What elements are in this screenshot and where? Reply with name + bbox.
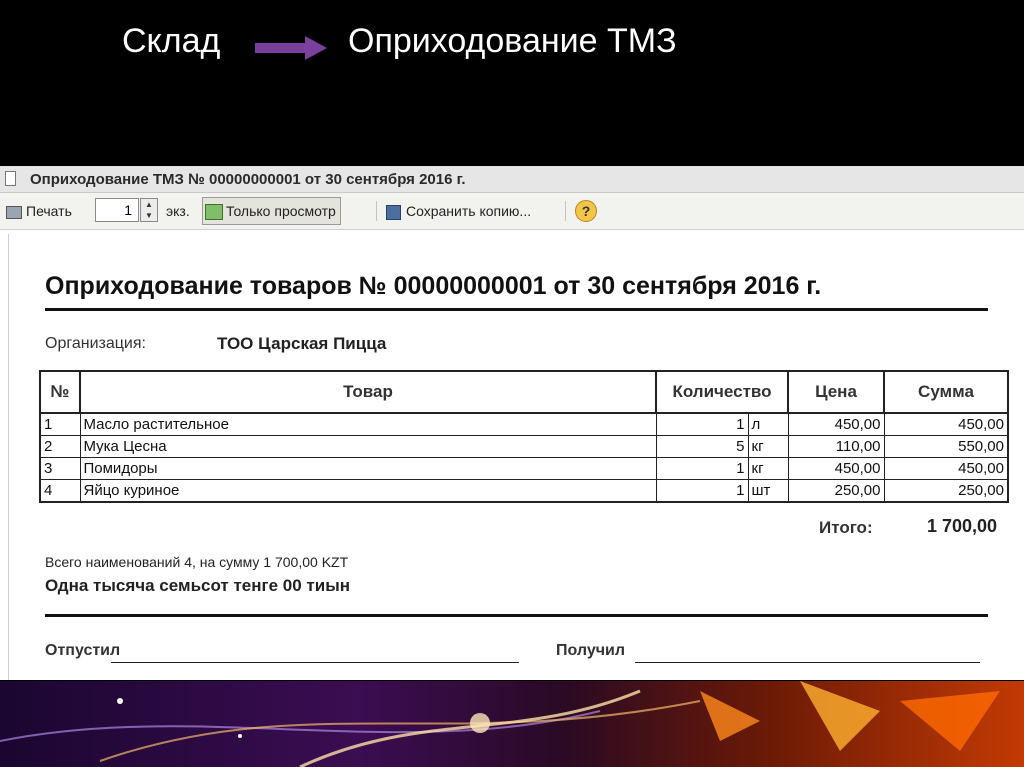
row-number: 4 — [39, 479, 81, 503]
table-header-row: № Товар Количество Цена Сумма — [39, 370, 1009, 414]
document-window: Оприходование ТМЗ № 00000000001 от 30 се… — [0, 166, 1024, 680]
row-quantity: 1 — [655, 412, 749, 436]
floppy-disk-icon — [386, 204, 401, 220]
save-copy-label: Сохранить копию... — [406, 203, 532, 219]
light-streaks-image — [0, 681, 1000, 767]
toolbar-divider — [376, 201, 377, 221]
row-number: 2 — [39, 435, 81, 458]
received-by-signature-line — [635, 662, 980, 663]
window-titlebar: Оприходование ТМЗ № 00000000001 от 30 се… — [0, 166, 1024, 193]
heading-divider — [45, 308, 988, 311]
copies-input[interactable]: 1 — [95, 198, 139, 222]
table-row: 1 Масло растительное 1 л 450,00 450,00 — [39, 412, 1009, 436]
arrow-right-icon — [255, 36, 327, 60]
toolbar: Печать 1 ▲ ▼ экз. Только просмотр Сохран… — [0, 193, 1024, 230]
window-title: Оприходование ТМЗ № 00000000001 от 30 се… — [30, 171, 466, 188]
table-row: 2 Мука Цесна 5 кг 110,00 550,00 — [39, 435, 1009, 458]
help-icon[interactable]: ? — [575, 200, 597, 222]
column-header-quantity: Количество — [655, 370, 789, 414]
chevron-down-icon[interactable]: ▼ — [141, 210, 157, 221]
row-quantity: 1 — [655, 479, 749, 503]
print-button-label: Печать — [26, 203, 72, 219]
row-unit: кг — [747, 435, 789, 458]
row-price: 250,00 — [787, 479, 885, 503]
column-header-sum: Сумма — [883, 370, 1009, 414]
row-item: Яйцо куриное — [79, 479, 657, 503]
view-only-label: Только просмотр — [226, 203, 336, 219]
row-item: Масло растительное — [79, 412, 657, 436]
copies-unit-label: экз. — [166, 203, 190, 219]
total-label: Итого: — [819, 518, 873, 537]
row-unit: л — [747, 412, 789, 436]
released-by-label: Отпустил — [45, 642, 121, 659]
slide-title-to: Оприходование ТМЗ — [348, 22, 677, 60]
print-button[interactable]: Печать — [6, 200, 72, 222]
released-by-signature-line — [111, 662, 519, 663]
received-by-label: Получил — [556, 642, 626, 659]
row-sum: 450,00 — [883, 457, 1009, 480]
column-header-price: Цена — [787, 370, 885, 414]
slide-title-from: Склад — [122, 22, 221, 60]
document-heading: Оприходование товаров № 00000000001 от 3… — [45, 272, 822, 300]
row-price: 450,00 — [787, 457, 885, 480]
edit-lock-icon — [205, 204, 223, 221]
row-item: Помидоры — [79, 457, 657, 480]
goods-table: № Товар Количество Цена Сумма 1 Масло ра… — [39, 370, 1009, 503]
amount-in-words: Одна тысяча семьсот тенге 00 тиын — [45, 576, 350, 595]
column-header-number: № — [39, 370, 81, 414]
slide-title: Склад Оприходование ТМЗ — [0, 22, 1024, 72]
document-icon — [5, 171, 16, 186]
organization-label: Организация: — [45, 335, 146, 352]
copies-stepper[interactable]: ▲ ▼ — [140, 198, 158, 222]
row-number: 3 — [39, 457, 81, 480]
view-only-button[interactable]: Только просмотр — [202, 197, 341, 225]
signature-divider — [45, 614, 988, 617]
row-item: Мука Цесна — [79, 435, 657, 458]
printable-form: Оприходование товаров № 00000000001 от 3… — [8, 234, 1019, 680]
organization-value: ТОО Царская Пицца — [217, 334, 387, 353]
row-sum: 250,00 — [883, 479, 1009, 503]
row-quantity: 5 — [655, 435, 749, 458]
save-copy-button[interactable]: Сохранить копию... — [386, 200, 531, 222]
row-quantity: 1 — [655, 457, 749, 480]
table-row: 4 Яйцо куриное 1 шт 250,00 250,00 — [39, 479, 1009, 503]
toolbar-divider — [565, 201, 566, 221]
table-row: 3 Помидоры 1 кг 450,00 450,00 — [39, 457, 1009, 480]
row-unit: шт — [747, 479, 789, 503]
column-header-item: Товар — [79, 370, 657, 414]
decorative-banner — [0, 681, 1024, 767]
total-value: 1 700,00 — [927, 516, 998, 536]
chevron-up-icon[interactable]: ▲ — [141, 199, 157, 210]
row-number: 1 — [39, 412, 81, 436]
printer-icon — [6, 205, 22, 219]
row-sum: 450,00 — [883, 412, 1009, 436]
row-price: 450,00 — [787, 412, 885, 436]
items-summary: Всего наименований 4, на сумму 1 700,00 … — [45, 554, 349, 570]
row-unit: кг — [747, 457, 789, 480]
row-sum: 550,00 — [883, 435, 1009, 458]
row-price: 110,00 — [787, 435, 885, 458]
